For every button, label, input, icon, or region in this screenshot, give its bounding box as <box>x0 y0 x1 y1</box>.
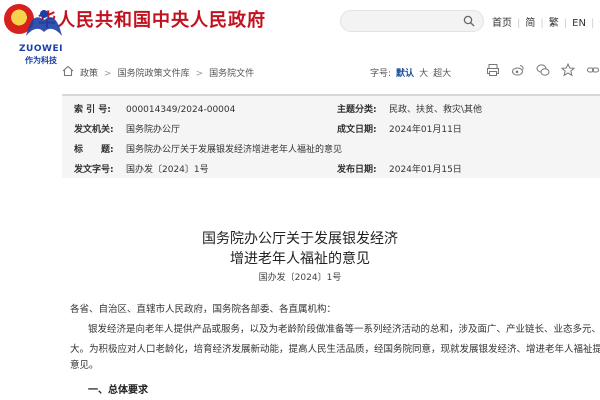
meta-index-label: 索 引 号: <box>74 105 111 115</box>
meta-created-label: 成文日期: <box>337 125 377 135</box>
breadcrumb: 政策 > 国务院政策文件库 > 国务院文件 <box>80 66 254 79</box>
meta-published-value: 2024年01月15日 <box>389 165 462 175</box>
search-input[interactable] <box>340 10 484 32</box>
document-title-line2: 增进老年人福祉的意见 <box>230 251 370 267</box>
meta-index-row: 索 引 号: 000014349/2024-00004 <box>74 102 235 115</box>
font-size-label: 字号: <box>370 69 392 79</box>
divider: | <box>563 18 568 29</box>
document-number: 国办发〔2024〕1号 <box>258 273 342 283</box>
meta-created-row: 成文日期: 2024年01月11日 <box>337 122 462 135</box>
wechat-icon[interactable] <box>536 63 550 77</box>
paragraph-line: 大。为积极应对人口老龄化，培育经济发展新动能，提高人民生活品质，经国务院同意，现… <box>70 344 600 355</box>
top-links: 首页|简|繁|EN|登 <box>492 14 600 29</box>
meta-theme-label: 主题分类: <box>337 105 377 115</box>
meta-issuer-value: 国务院办公厅 <box>126 125 181 135</box>
meta-docno-label: 发文字号: <box>74 165 114 175</box>
meta-title-value: 国务院办公厅关于发展银发经济增进老年人福祉的意见 <box>126 145 343 155</box>
traditional-link[interactable]: 繁 <box>549 14 559 29</box>
meta-issuer-row: 发文机关: 国务院办公厅 <box>74 122 180 135</box>
font-size-control: 字号: 默认大超大 <box>370 66 456 79</box>
site-header: 华人民共和国中央人民政府 ZUOWEI 作为科技 首页|简|繁|EN|登 <box>0 0 600 65</box>
meta-title-label: 标 题: <box>74 145 114 155</box>
breadcrumb-bar: 政策 > 国务院政策文件库 > 国务院文件 字号: 默认大超大 <box>0 56 600 88</box>
meta-docno-value: 国办发〔2024〕1号 <box>126 165 209 175</box>
home-link[interactable]: 首页 <box>492 14 512 29</box>
watermark-brand-en: ZUOWEI <box>19 44 63 54</box>
section-heading: 一、总体要求 <box>88 385 148 396</box>
font-size-default[interactable]: 默认 <box>396 69 414 79</box>
breadcrumb-separator: > <box>195 69 204 79</box>
link-icon[interactable] <box>586 63 600 77</box>
meta-issuer-label: 发文机关: <box>74 125 114 135</box>
simplified-link[interactable]: 简 <box>525 14 535 29</box>
meta-published-row: 发布日期: 2024年01月15日 <box>337 162 462 175</box>
watermark-mark-icon <box>26 10 62 36</box>
font-size-large[interactable]: 大 <box>419 69 428 79</box>
paragraph-line: 银发经济是向老年人提供产品或服务，以及为老龄阶段做准备等一系列经济活动的总和，涉… <box>88 324 600 335</box>
meta-docno-row: 发文字号: 国办发〔2024〕1号 <box>74 162 209 175</box>
meta-title-row: 标 题: 国务院办公厅关于发展银发经济增进老年人福祉的意见 <box>74 142 342 155</box>
meta-theme-row: 主题分类: 民政、扶贫、救灾\其他 <box>337 102 482 115</box>
print-icon[interactable] <box>486 63 500 77</box>
breadcrumb-separator: > <box>104 69 112 79</box>
english-link[interactable]: EN <box>572 18 586 29</box>
breadcrumb-item-documents[interactable]: 国务院文件 <box>209 69 254 79</box>
meta-published-label: 发布日期: <box>337 165 377 175</box>
qzone-icon[interactable] <box>561 63 576 77</box>
divider: | <box>540 18 544 29</box>
document-title-line1: 国务院办公厅关于发展银发经济 <box>202 231 398 247</box>
breadcrumb-item-library[interactable]: 国务院政策文件库 <box>118 69 190 79</box>
search-icon[interactable] <box>463 15 475 27</box>
meta-created-value: 2024年01月11日 <box>389 125 462 135</box>
paragraph-line: 意见。 <box>70 360 99 371</box>
home-icon[interactable] <box>62 65 74 77</box>
meta-theme-value: 民政、扶贫、救灾\其他 <box>389 105 483 115</box>
breadcrumb-item-policy[interactable]: 政策 <box>80 69 98 79</box>
document-metadata-panel: 索 引 号: 000014349/2024-00004 主题分类: 民政、扶贫、救灾… <box>62 94 600 178</box>
font-size-xlarge[interactable]: 超大 <box>433 69 451 79</box>
weibo-icon[interactable] <box>511 63 525 77</box>
share-tools <box>480 63 600 82</box>
addressee: 各省、自治区、直辖市人民政府，国务院各部委、各直属机构： <box>70 304 337 315</box>
divider: | <box>517 18 521 29</box>
meta-index-value: 000014349/2024-00004 <box>126 105 236 115</box>
divider: | <box>590 18 595 29</box>
